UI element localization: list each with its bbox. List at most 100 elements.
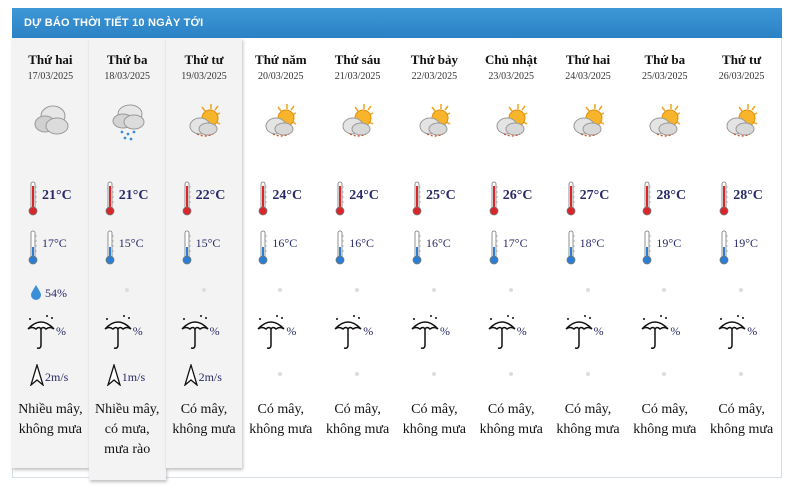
weather-description: Nhiều mây, có mưa, mưa rào (94, 402, 160, 457)
temp-high: 25°C (426, 188, 456, 203)
temp-high: 28°C (656, 188, 687, 203)
rain-chance: % (670, 324, 681, 338)
rain-chance: % (286, 324, 297, 338)
umbrella-rain-icon (487, 313, 517, 351)
weather-description: Nhiều mây, không mưa (18, 402, 83, 437)
wind-placeholder (278, 372, 283, 376)
temp-low: 19°C (656, 236, 682, 250)
rain-chance: % (747, 324, 758, 338)
temp-low: 15°C (195, 236, 221, 250)
thermometer-high-icon (28, 181, 38, 217)
partly-cloudy-icon (417, 100, 453, 142)
temp-high: 24°C (349, 188, 379, 203)
day-date: 26/03/2025 (718, 71, 765, 82)
partly-cloudy-icon (263, 100, 299, 142)
thermometer-high-icon (566, 181, 576, 217)
cloudy-icon (33, 100, 69, 142)
wind-direction-icon (106, 362, 122, 387)
day-name: Thứ sáu (334, 52, 381, 67)
wind-speed: 2m/s (198, 370, 222, 384)
day-name: Thứ tư (722, 52, 762, 67)
temp-high: 27°C (579, 188, 610, 203)
day-name: Thứ năm (255, 52, 307, 67)
day-date: 24/03/2025 (565, 71, 611, 82)
thermometer-low-icon (719, 230, 729, 266)
weather-description: Có mây, không mưa (325, 402, 390, 437)
thermometer-low-icon (566, 230, 576, 266)
forecast-day-column: Thứ bảy 22/03/2025 25°C 16°C % Có mây, khô… (396, 38, 473, 458)
wind-placeholder (662, 372, 667, 376)
umbrella-rain-icon (410, 313, 440, 351)
day-date: 21/03/2025 (334, 71, 381, 82)
thermometer-high-icon (719, 181, 729, 217)
temp-low: 18°C (579, 236, 605, 250)
humidity-placeholder (355, 288, 360, 292)
partly-cloudy-icon (340, 100, 376, 142)
thermometer-low-icon (412, 230, 422, 266)
day-date: 19/03/2025 (181, 71, 227, 82)
rain-chance: % (209, 324, 220, 338)
wind-placeholder (432, 372, 436, 376)
umbrella-rain-icon (103, 313, 133, 351)
weather-description: Có mây, không mưa (633, 402, 697, 437)
forecast-day-column: Thứ hai 24/03/2025 27°C 18°C % Có mây, khô… (550, 38, 627, 458)
temp-high: 21°C (42, 188, 72, 203)
forecast-header: DỰ BÁO THỜI TIẾT 10 NGÀY TỚI (12, 8, 782, 38)
rain-chance: % (516, 324, 527, 338)
wind-placeholder (355, 372, 360, 376)
wind-speed: 1m/s (121, 370, 146, 384)
forecast-day-column: Thứ năm 20/03/2025 24°C 16°C % Có mây, khô… (242, 38, 319, 458)
umbrella-rain-icon (180, 313, 210, 351)
day-name: Thứ hai (565, 52, 611, 67)
humidity-drop-icon (30, 284, 42, 300)
temp-low: 16°C (349, 236, 374, 250)
thermometer-high-icon (258, 181, 268, 217)
forecast-day-column: Thứ tư 26/03/2025 28°C 19°C % Có mây, khôn… (703, 38, 780, 458)
day-date: 25/03/2025 (642, 71, 688, 82)
thermometer-high-icon (182, 181, 192, 217)
weather-description: Có mây, không mưa (479, 402, 543, 437)
umbrella-rain-icon (333, 313, 363, 351)
rain-chance: % (363, 324, 374, 338)
day-date: 22/03/2025 (411, 71, 458, 82)
thermometer-low-icon (182, 230, 192, 266)
partly-cloudy-icon (494, 100, 530, 142)
wind-placeholder (585, 372, 590, 376)
forecast-day-column: Thứ ba 25/03/2025 28°C 19°C % Có mây, khôn… (626, 38, 703, 458)
thermometer-low-icon (258, 230, 268, 266)
umbrella-rain-icon (564, 313, 594, 351)
partly-cloudy-icon (571, 100, 607, 142)
humidity-placeholder (739, 288, 744, 292)
weather-description: Có mây, không mưa (249, 402, 313, 437)
humidity-placeholder (508, 288, 513, 292)
thermometer-low-icon (642, 230, 652, 266)
temp-high: 21°C (118, 188, 149, 203)
humidity-placeholder (585, 288, 590, 292)
partly-cloudy-icon (187, 100, 223, 142)
day-name: Thứ tư (184, 52, 224, 67)
wind-direction-icon (29, 362, 45, 387)
forecast-day-column: Thứ hai 17/03/2025 21°C 17°C 54% % 2m/s Nhiề… (12, 38, 89, 468)
thermometer-low-icon (105, 230, 115, 266)
temp-low: 19°C (733, 236, 758, 250)
day-date: 20/03/2025 (258, 71, 304, 82)
temp-low: 17°C (42, 236, 67, 250)
humidity-placeholder (662, 288, 667, 292)
temp-low: 17°C (502, 236, 528, 250)
temp-high: 24°C (272, 188, 303, 203)
temp-low: 16°C (272, 236, 298, 250)
partly-cloudy-icon (724, 100, 760, 142)
temp-high: 26°C (502, 188, 533, 203)
wind-speed: 2m/s (45, 370, 69, 384)
humidity-placeholder (432, 288, 436, 292)
day-name: Chủ nhật (485, 52, 538, 67)
rain-icon (110, 100, 146, 142)
umbrella-rain-icon (26, 313, 56, 351)
umbrella-rain-icon (640, 313, 670, 351)
forecast-day-column: Thứ ba 18/03/2025 21°C 15°C % 1m/s Nhiều mâ… (88, 38, 166, 480)
partly-cloudy-icon (647, 100, 683, 142)
wind-direction-icon (183, 362, 198, 387)
rain-chance: % (56, 324, 66, 338)
humidity-placeholder (124, 288, 129, 292)
day-name: Thứ hai (28, 52, 73, 67)
